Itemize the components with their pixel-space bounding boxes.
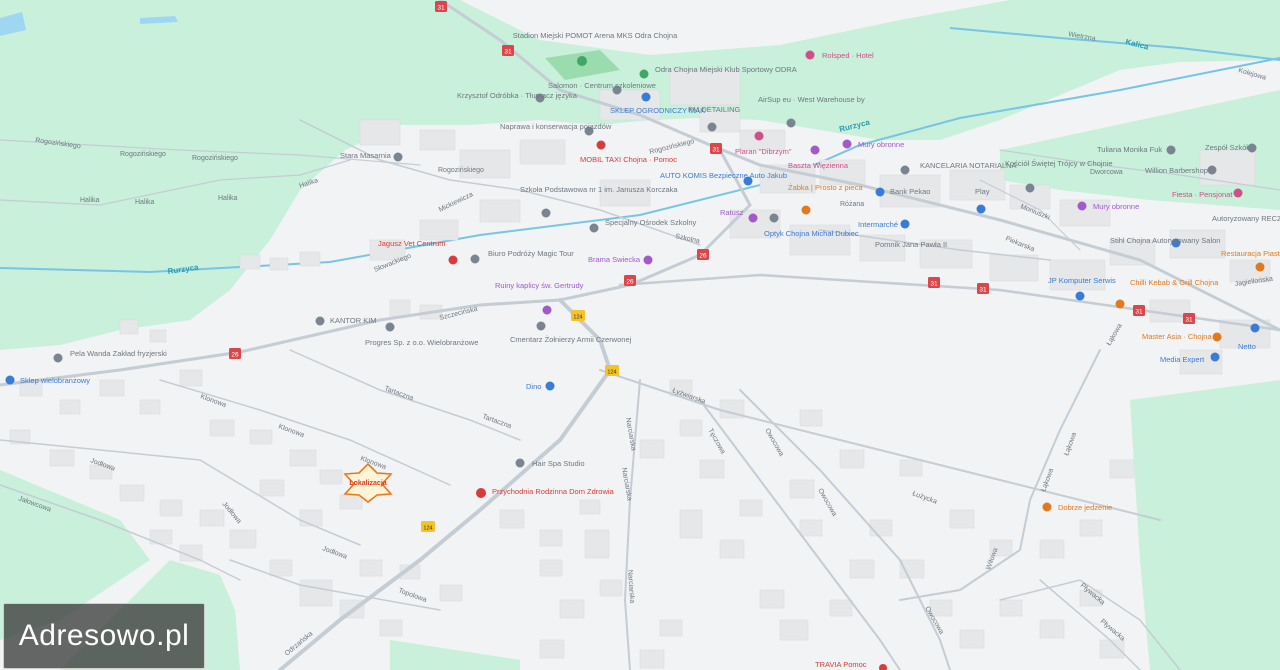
svg-text:31: 31 bbox=[1185, 317, 1193, 324]
svg-text:Rolsped · Hotel: Rolsped · Hotel bbox=[822, 51, 874, 60]
svg-text:Przychodnia Rodzinna Dom Zdrow: Przychodnia Rodzinna Dom Zdrowia bbox=[492, 487, 615, 496]
svg-text:Restauracja Piast: Restauracja Piast bbox=[1221, 249, 1280, 258]
svg-text:Netto: Netto bbox=[1238, 342, 1256, 351]
road-124-shield: 124 bbox=[421, 521, 435, 532]
svg-text:Krzysztof Odróbka · Tłumacz ję: Krzysztof Odróbka · Tłumacz języka bbox=[457, 91, 578, 100]
watermark-text: Adresowo.pl bbox=[18, 619, 190, 652]
svg-text:Intermarché: Intermarché bbox=[858, 220, 898, 229]
street-label: Różana bbox=[840, 201, 864, 208]
svg-text:Naprawa i konserwacja pojazdów: Naprawa i konserwacja pojazdów bbox=[500, 122, 612, 131]
svg-text:Plaran "Dibrzym": Plaran "Dibrzym" bbox=[735, 147, 792, 156]
svg-text:Ratusz: Ratusz bbox=[720, 208, 744, 217]
svg-text:Brama Swiecka: Brama Swiecka bbox=[588, 255, 641, 264]
svg-text:Stadion Miejski POMOT Arena MK: Stadion Miejski POMOT Arena MKS Odra Cho… bbox=[513, 31, 678, 40]
svg-text:Żabka | Prosto z pieca: Żabka | Prosto z pieca bbox=[788, 183, 863, 192]
svg-text:Hair Spa Studio: Hair Spa Studio bbox=[532, 459, 585, 468]
poi-pomnik[interactable]: Pomnik Jana Pawła II bbox=[875, 240, 947, 249]
location-label: Lokalizacja bbox=[349, 480, 386, 487]
svg-text:Baszta Więzienna: Baszta Więzienna bbox=[788, 161, 849, 170]
svg-text:31: 31 bbox=[930, 281, 938, 288]
road-26-shield: 26 bbox=[624, 275, 636, 286]
poi-willion[interactable]: Willion Barbershop bbox=[1145, 165, 1217, 176]
svg-text:Specjalny Ośrodek Szkolny: Specjalny Ośrodek Szkolny bbox=[605, 218, 697, 227]
road-26-shield: 26 bbox=[229, 348, 241, 359]
svg-text:Dobrze jedzenie: Dobrze jedzenie bbox=[1058, 503, 1112, 512]
road-26-shield: 26 bbox=[697, 249, 709, 260]
svg-text:31: 31 bbox=[979, 287, 987, 294]
svg-text:124: 124 bbox=[423, 526, 432, 532]
street-label: Halika bbox=[135, 199, 155, 206]
svg-text:TRAVIA Pomoc: TRAVIA Pomoc bbox=[815, 660, 867, 669]
svg-text:Tuliana Monika Fuk: Tuliana Monika Fuk bbox=[1097, 145, 1162, 154]
road-31-shield: 31 bbox=[1133, 305, 1145, 316]
svg-text:Mury obronne: Mury obronne bbox=[1093, 202, 1139, 211]
svg-text:26: 26 bbox=[231, 352, 239, 359]
street-label: Halika bbox=[80, 197, 100, 204]
svg-text:Autoryzowany RECZNA: Autoryzowany RECZNA bbox=[1212, 214, 1280, 223]
svg-text:26: 26 bbox=[626, 279, 634, 286]
svg-text:AUTO KOMIS Bezpieczne Auto Jak: AUTO KOMIS Bezpieczne Auto Jakub bbox=[660, 171, 787, 180]
svg-text:KANTOR KIM: KANTOR KIM bbox=[330, 316, 377, 325]
road-31-shield: 31 bbox=[1183, 313, 1195, 324]
svg-text:Progres Sp. z o.o. Wielobranżo: Progres Sp. z o.o. Wielobranżowe bbox=[365, 338, 478, 347]
road-124-shield: 124 bbox=[605, 365, 619, 376]
svg-text:Media Expert: Media Expert bbox=[1160, 355, 1205, 364]
svg-text:AirSup eu · West Warehouse by: AirSup eu · West Warehouse by bbox=[758, 95, 865, 104]
watermark: Adresowo.pl bbox=[3, 603, 205, 669]
svg-text:Bank Pekao: Bank Pekao bbox=[890, 187, 930, 196]
svg-text:31: 31 bbox=[712, 147, 720, 154]
road-31-shield: 31 bbox=[928, 277, 940, 288]
road-31-shield: 31 bbox=[710, 143, 722, 154]
svg-text:Stihl Chojna Autoryzowany Salo: Stihl Chojna Autoryzowany Salon bbox=[1110, 236, 1220, 245]
map-canvas[interactable]: 31 31 31 31 31 31 31 26 26 26 124 124 12… bbox=[0, 0, 1280, 670]
svg-text:Play: Play bbox=[975, 187, 990, 196]
street-label: Rogozińskiego bbox=[120, 151, 166, 158]
street-label: Dworcowa bbox=[1090, 169, 1123, 176]
svg-text:Biuro Podróży Magic Tour: Biuro Podróży Magic Tour bbox=[488, 249, 574, 258]
svg-text:Master Asia · Chojna: Master Asia · Chojna bbox=[1142, 332, 1212, 341]
svg-text:Sklep wielobranżowy: Sklep wielobranżowy bbox=[20, 376, 90, 385]
svg-text:KANCELARIA NOTARIALNA: KANCELARIA NOTARIALNA bbox=[920, 161, 1017, 170]
road-31-shield: 31 bbox=[977, 283, 989, 294]
svg-text:PM DETAILING: PM DETAILING bbox=[688, 105, 741, 114]
svg-text:31: 31 bbox=[504, 49, 512, 56]
svg-text:JP Komputer Serwis: JP Komputer Serwis bbox=[1048, 276, 1116, 285]
svg-text:Fiesta · Pensjonat: Fiesta · Pensjonat bbox=[1172, 190, 1233, 199]
svg-text:Dino: Dino bbox=[526, 382, 541, 391]
road-31-shield: 31 bbox=[502, 45, 514, 56]
road-124-shield: 124 bbox=[571, 310, 585, 321]
svg-text:26: 26 bbox=[699, 253, 707, 260]
road-31-shield: 31 bbox=[435, 1, 447, 12]
svg-text:Stara Masarnia: Stara Masarnia bbox=[340, 151, 392, 160]
svg-text:Mury obronne: Mury obronne bbox=[858, 140, 904, 149]
street-label: Rogozińskiego bbox=[192, 155, 238, 162]
poi-fiesta[interactable]: Fiesta · Pensjonat bbox=[1172, 188, 1243, 200]
svg-text:Pomnik Jana Pawła II: Pomnik Jana Pawła II bbox=[875, 240, 947, 249]
poi-dino[interactable]: Dino bbox=[526, 381, 555, 392]
svg-text:Cmentarz Żołnierzy Armii Czerw: Cmentarz Żołnierzy Armii Czerwonej bbox=[510, 335, 632, 344]
svg-text:Chilli Kebab & Grill Chojna: Chilli Kebab & Grill Chojna bbox=[1130, 278, 1219, 287]
svg-text:Zespół Szkół: Zespół Szkół bbox=[1205, 143, 1248, 152]
svg-text:31: 31 bbox=[1135, 309, 1143, 316]
street-label: Rogozińskiego bbox=[438, 167, 484, 174]
svg-text:MOBIL TAXI Chojna · Pomoc: MOBIL TAXI Chojna · Pomoc bbox=[580, 155, 677, 164]
svg-text:Willion Barbershop: Willion Barbershop bbox=[1145, 166, 1208, 175]
svg-text:Kościół Świętej Trójcy w Chojn: Kościół Świętej Trójcy w Chojnie bbox=[1005, 159, 1113, 168]
svg-text:Odra Chojna Miejski Klub Sport: Odra Chojna Miejski Klub Sportowy ODRA bbox=[655, 65, 797, 74]
svg-text:Jagusz Vet Centrum: Jagusz Vet Centrum bbox=[378, 239, 446, 248]
street-label: Halika bbox=[218, 195, 238, 202]
svg-text:Szkoła Podstawowa nr 1 im. Jan: Szkoła Podstawowa nr 1 im. Janusza Korcz… bbox=[520, 185, 678, 194]
poi-autoryzowany[interactable]: Autoryzowany RECZNA bbox=[1212, 214, 1280, 223]
svg-text:Pela Wanda Zakład fryzjerski: Pela Wanda Zakład fryzjerski bbox=[70, 349, 167, 358]
svg-text:124: 124 bbox=[573, 315, 582, 321]
svg-text:31: 31 bbox=[437, 5, 445, 12]
svg-text:Optyk Chojna Michał Dubiec: Optyk Chojna Michał Dubiec bbox=[764, 229, 859, 238]
svg-text:Ruiny kaplicy św. Gertrudy: Ruiny kaplicy św. Gertrudy bbox=[495, 281, 584, 290]
svg-text:Salomon · Centrum szkoleniowe: Salomon · Centrum szkoleniowe bbox=[548, 81, 656, 90]
svg-text:124: 124 bbox=[607, 370, 616, 376]
poi-master-asia[interactable]: Master Asia · Chojna bbox=[1142, 332, 1222, 342]
